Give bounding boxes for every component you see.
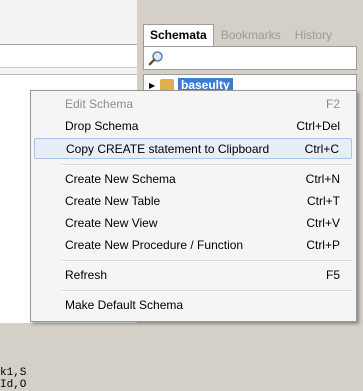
menu-item-label: Make Default Schema [65, 298, 184, 312]
menu-separator [62, 290, 352, 292]
menu-item-edit-schema[interactable]: Edit Schema F2 [34, 94, 352, 115]
schema-search-input[interactable] [143, 46, 357, 70]
menu-item-shortcut: Ctrl+C [304, 142, 339, 156]
menu-item-label: Create New Schema [65, 172, 176, 186]
menu-item-refresh[interactable]: Refresh F5 [34, 265, 352, 286]
search-icon [148, 51, 163, 66]
menu-item-label: Copy CREATE statement to Clipboard [66, 142, 270, 156]
tab-schemata[interactable]: Schemata [143, 24, 214, 47]
menu-item-create-new-procedure[interactable]: Create New Procedure / Function Ctrl+P [34, 235, 352, 256]
menu-item-copy-create-statement[interactable]: Copy CREATE statement to Clipboard Ctrl+… [34, 138, 352, 159]
menu-item-shortcut: Ctrl+T [307, 194, 340, 208]
menu-item-shortcut: F5 [325, 268, 340, 282]
menu-item-label: Create New View [65, 216, 158, 230]
menu-separator [62, 260, 352, 262]
editor-toolbar [0, 44, 137, 68]
menu-item-label: Edit Schema [65, 97, 134, 111]
side-panel-tabs: Schemata Bookmarks History [143, 24, 339, 48]
menu-item-label: Create New Procedure / Function [65, 238, 244, 252]
menu-item-shortcut: Ctrl+Del [296, 119, 340, 133]
schema-context-menu: Edit Schema F2 Drop Schema Ctrl+Del Copy… [30, 90, 357, 322]
menu-item-label: Create New Table [65, 194, 161, 208]
menu-item-label: Refresh [65, 268, 108, 282]
menu-item-drop-schema[interactable]: Drop Schema Ctrl+Del [34, 116, 352, 137]
menu-item-shortcut: Ctrl+P [306, 238, 340, 252]
menu-item-create-new-table[interactable]: Create New Table Ctrl+T [34, 191, 352, 212]
menu-item-create-new-schema[interactable]: Create New Schema Ctrl+N [34, 169, 352, 190]
menu-item-shortcut: Ctrl+V [306, 216, 340, 230]
tab-bookmarks[interactable]: Bookmarks [214, 24, 288, 48]
tab-history[interactable]: History [288, 24, 339, 48]
code-line: k1,S [0, 367, 27, 379]
menu-item-shortcut: F2 [325, 97, 340, 111]
menu-item-create-new-view[interactable]: Create New View Ctrl+V [34, 213, 352, 234]
menu-separator [62, 164, 352, 166]
menu-item-shortcut: Ctrl+N [305, 172, 340, 186]
menu-item-label: Drop Schema [65, 119, 139, 133]
expand-arrow-icon[interactable]: ▶ [149, 81, 155, 90]
code-line: Id,O [0, 379, 27, 391]
menu-item-make-default-schema[interactable]: Make Default Schema [34, 295, 352, 316]
